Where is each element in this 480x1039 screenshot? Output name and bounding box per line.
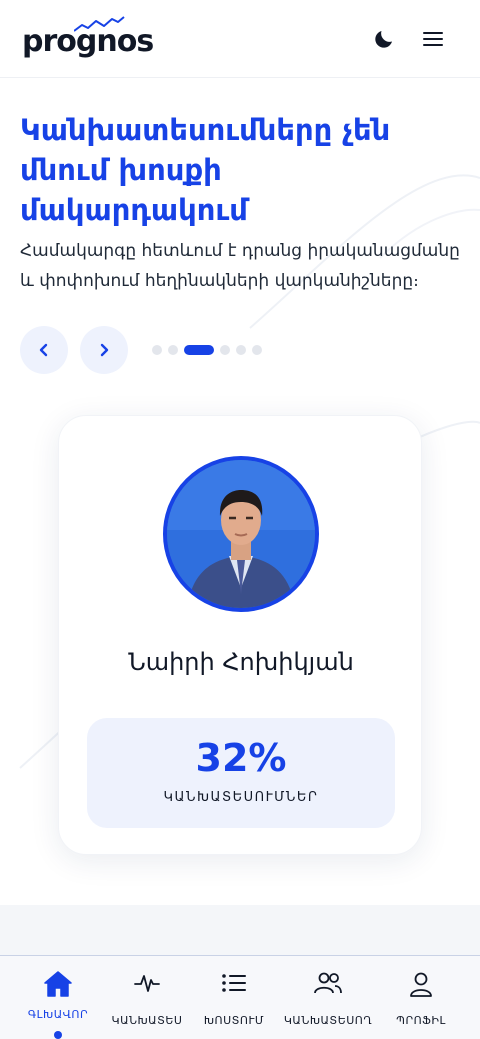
theme-toggle-button[interactable]: [372, 27, 396, 51]
nav-label: ԽՈՍՏՈՒՄ: [203, 1014, 265, 1027]
moon-icon: [375, 31, 392, 48]
hamburger-menu-icon: [423, 32, 443, 46]
nav-item-profile[interactable]: ՊՐՈՖԻԼ: [386, 956, 456, 1039]
user-icon: [410, 972, 432, 997]
users-icon: [314, 972, 342, 994]
list-icon: [222, 974, 246, 992]
forecast-stat: 32% ԿԱՆԽԱՏԵՍՈՒՄՆԵՐ: [87, 718, 395, 828]
chevron-right-icon: [100, 343, 109, 357]
active-indicator: [54, 1031, 62, 1039]
forecast-label: ԿԱՆԽԱՏԵՍՈՒՄՆԵՐ: [163, 790, 319, 805]
nav-item-home[interactable]: ԳԼԽԱՎՈՐ: [20, 956, 96, 1039]
home-icon: [44, 971, 72, 997]
slider-dot-active[interactable]: [184, 345, 214, 355]
pulse-icon: [134, 975, 160, 992]
nav-label: ԿԱՆԽԱՏԵՍՈՂ: [283, 1014, 373, 1027]
forecaster-card[interactable]: Նաիրի Հոխիկյան 32% ԿԱՆԽԱՏԵՍՈՒՄՆԵՐ: [58, 415, 422, 855]
prognos-logo[interactable]: prognos: [22, 14, 154, 62]
nav-item-forecasters[interactable]: ԿԱՆԽԱՏԵՍՈՂ: [280, 956, 376, 1039]
slider-next-button[interactable]: [80, 326, 128, 374]
bottom-navigation: ԳԼԽԱՎՈՐ ԿԱՆԽԱՏԵՍ ԽՈՍՏՈՒՄ ԿԱՆԽԱՏԵՍՈՂ ՊՐՈՖ…: [0, 955, 480, 1039]
person-photo: [167, 460, 315, 608]
slider-dot[interactable]: [252, 345, 262, 355]
avatar: [163, 456, 319, 612]
slider-dot[interactable]: [220, 345, 230, 355]
forecaster-name: Նաիրի Հոխիկյան: [128, 648, 354, 676]
slider-prev-button[interactable]: [20, 326, 68, 374]
nav-item-promise[interactable]: ԽՈՍՏՈՒՄ: [196, 956, 272, 1039]
chevron-left-icon: [39, 343, 48, 357]
nav-label: ՊՐՈՖԻԼ: [396, 1014, 446, 1027]
section-divider: [0, 905, 480, 955]
nav-item-forecast[interactable]: ԿԱՆԽԱՏԵՍ: [108, 956, 186, 1039]
nav-label: ԳԼԽԱՎՈՐ: [27, 1008, 89, 1021]
slider-dot[interactable]: [168, 345, 178, 355]
logo-chart-icon: [74, 16, 125, 32]
slider-pagination: [152, 345, 262, 355]
menu-button[interactable]: [421, 29, 445, 49]
hero-title: Կանխատեսումները չեն մնում խոսքի մակարդակ…: [20, 113, 391, 227]
slider-dot[interactable]: [152, 345, 162, 355]
hero-description: Համակարգը հետևում է դրանց իրականացմանը և…: [20, 241, 460, 291]
nav-label: ԿԱՆԽԱՏԵՍ: [111, 1014, 183, 1027]
app-header: prognos: [0, 0, 480, 78]
slider-dot[interactable]: [236, 345, 246, 355]
forecast-percentage: 32%: [195, 736, 287, 780]
